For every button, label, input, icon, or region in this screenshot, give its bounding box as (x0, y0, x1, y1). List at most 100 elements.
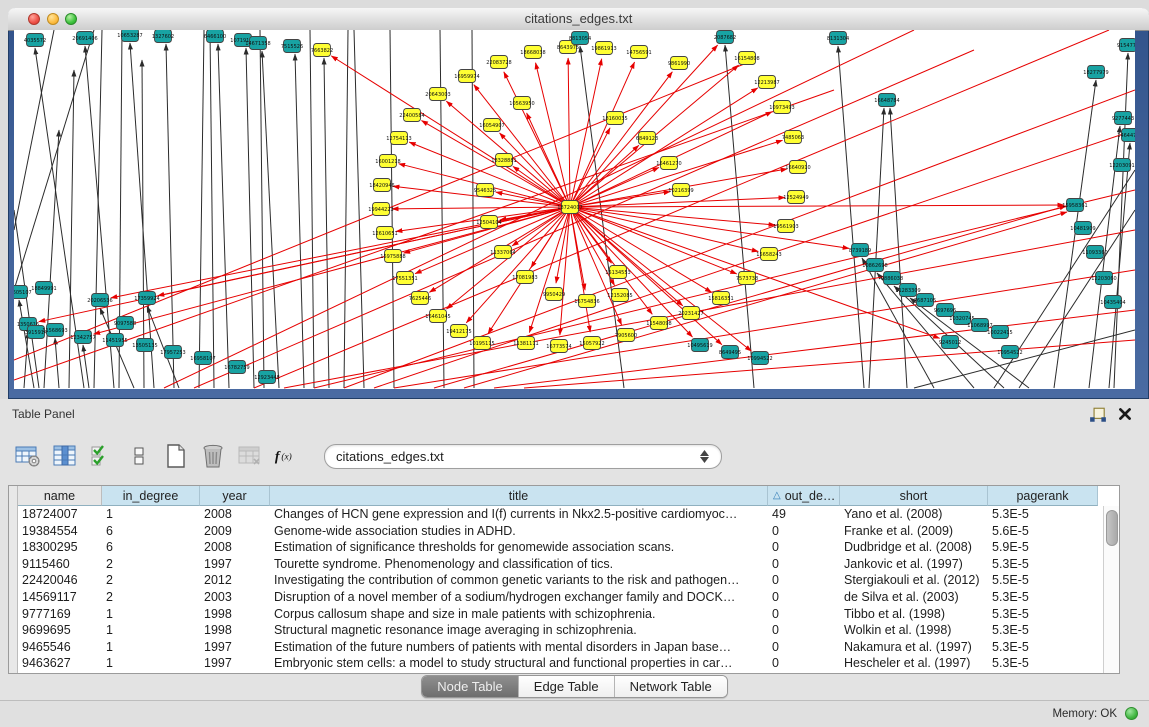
delete-table-icon[interactable] (236, 442, 264, 470)
graph-node[interactable]: 8813054 (569, 32, 591, 45)
graph-node[interactable]: 7625446 (409, 292, 431, 305)
table-row[interactable]: 1938455462009Genome-wide association stu… (18, 523, 1098, 540)
graph-node[interactable]: 16154808 (734, 52, 759, 65)
graph-node[interactable]: 19412175 (446, 325, 471, 338)
graph-node[interactable]: 7515526 (281, 40, 303, 53)
graph-node[interactable]: 16754836 (574, 295, 599, 308)
graph-node[interactable]: 16640910 (785, 161, 810, 174)
graph-node[interactable]: 11381111 (513, 337, 538, 350)
graph-node[interactable]: 10216399 (668, 184, 693, 197)
graph-node[interactable]: 7905600 (615, 329, 637, 342)
delete-rows-icon[interactable] (199, 442, 227, 470)
graph-node[interactable]: 14756591 (626, 46, 651, 59)
graph-node[interactable]: 9245012 (939, 336, 961, 349)
graph-node[interactable]: 16773574 (546, 340, 571, 353)
close-panel-icon[interactable] (1117, 406, 1133, 422)
graph-node[interactable]: 8131304 (827, 32, 849, 45)
column-header-out_de[interactable]: △out_de… (768, 486, 840, 506)
graph-node[interactable]: 10653287 (117, 30, 142, 42)
graph-node[interactable]: 10954522 (997, 346, 1022, 359)
graph-node[interactable]: 16001218 (375, 155, 400, 168)
graph-node[interactable]: 9697696 (934, 304, 956, 317)
graph-node[interactable]: 4035572 (24, 34, 46, 47)
graph-node[interactable]: 17081983 (512, 271, 537, 284)
table-row[interactable]: 977716911998Corpus callosum shape and si… (18, 606, 1098, 623)
graph-node[interactable]: 15658243 (756, 248, 781, 261)
table-scrollbar[interactable] (1103, 506, 1119, 673)
graph-node[interactable]: 9154776 (1117, 39, 1135, 52)
graph-node[interactable]: 7687105 (914, 294, 936, 307)
graph-node[interactable]: 11093360 (1082, 246, 1107, 259)
graph-node[interactable]: 9886038 (881, 272, 903, 285)
network-canvas[interactable]: 1872400716154808122139871097349374850631… (14, 30, 1135, 389)
rows-icon[interactable] (125, 442, 153, 470)
column-header-title[interactable]: title (270, 486, 768, 506)
graph-node[interactable]: 12754113 (386, 132, 411, 145)
graph-node[interactable]: 18849991 (31, 282, 56, 295)
column-header-short[interactable]: short (840, 486, 988, 506)
table-row[interactable]: 1872400712008Changes of HCN gene express… (18, 506, 1098, 523)
graph-node[interactable]: 9097588 (114, 317, 136, 330)
graph-node[interactable]: 12342757 (70, 331, 95, 344)
graph-node[interactable]: 16461045 (425, 310, 450, 323)
table-row[interactable]: 911546021997Tourette syndrome. Phenomeno… (18, 556, 1098, 573)
show-columns-icon[interactable] (51, 442, 79, 470)
graph-node[interactable]: 25605107 (14, 286, 32, 299)
column-header-name[interactable]: name (18, 486, 102, 506)
table-select-dropdown[interactable]: citations_edges.txt (324, 444, 722, 469)
scrollbar-thumb[interactable] (1106, 510, 1118, 546)
graph-node[interactable]: 16461270 (656, 157, 681, 170)
graph-node[interactable]: 18420946 (369, 179, 394, 192)
window-titlebar[interactable]: citations_edges.txt (8, 8, 1149, 31)
graph-node[interactable]: 12923448 (254, 371, 279, 384)
table-row[interactable]: 969969511998Structural magnetic resonanc… (18, 622, 1098, 639)
table-row[interactable]: 946362711997Embryonic stem cells: a mode… (18, 655, 1098, 672)
table-row[interactable]: 946554611997Estimation of the future num… (18, 639, 1098, 656)
graph-node[interactable]: 10435404 (1100, 296, 1125, 309)
column-header-in_degree[interactable]: in_degree (102, 486, 200, 506)
table-row[interactable]: 1456911722003Disruption of a novel membe… (18, 589, 1098, 606)
graph-node[interactable]: 9950429 (543, 288, 565, 301)
tab-edge-table[interactable]: Edge Table (518, 676, 614, 697)
graph-node[interactable]: 11548098 (646, 317, 671, 330)
tab-network-table[interactable]: Network Table (614, 676, 727, 697)
graph-node[interactable]: 19561903 (773, 220, 798, 233)
function-builder-icon[interactable]: f (x) (273, 442, 301, 470)
graph-node[interactable]: 12203091 (1109, 159, 1134, 172)
graph-node[interactable]: 16648784 (874, 94, 899, 107)
table-row[interactable]: 1830029562008Estimation of significance … (18, 539, 1098, 556)
graph-node[interactable]: 10563950 (509, 97, 534, 110)
graph-node[interactable]: 8649495 (719, 346, 741, 359)
graph-node[interactable]: 11337064 (490, 246, 515, 259)
graph-node[interactable]: 1327602 (152, 30, 174, 43)
graph-node[interactable]: 18160035 (602, 112, 627, 125)
graph-node[interactable]: 9277443 (1112, 112, 1134, 125)
graph-node[interactable]: 10195115 (469, 337, 494, 350)
graph-node[interactable]: 12213987 (754, 76, 779, 89)
graph-node[interactable]: 7663822 (311, 44, 333, 57)
graph-node[interactable]: 22083728 (486, 56, 511, 69)
graph-node[interactable]: 16958107 (190, 352, 215, 365)
tab-node-table[interactable]: Node Table (422, 676, 518, 697)
graph-node[interactable]: 20691406 (72, 32, 97, 45)
graph-node[interactable]: 8739189 (849, 244, 871, 257)
graph-node[interactable]: 10481909 (1070, 222, 1095, 235)
table-row[interactable]: 2242004622012Investigating the contribut… (18, 572, 1098, 589)
graph-node[interactable]: 20643003 (425, 88, 450, 101)
graph-node[interactable]: 19944223 (368, 203, 393, 216)
column-header-pagerank[interactable]: pagerank (988, 486, 1098, 506)
graph-node[interactable]: 20206536 (87, 294, 112, 307)
graph-node[interactable]: 15958361 (1062, 199, 1087, 212)
new-table-icon[interactable] (162, 442, 190, 470)
graph-node[interactable]: 7573738 (736, 272, 758, 285)
graph-node[interactable]: 10862698 (862, 259, 887, 272)
float-panel-icon[interactable] (1089, 407, 1107, 423)
select-all-icon[interactable] (88, 442, 116, 470)
graph-node[interactable]: 18668038 (520, 46, 545, 59)
graph-node[interactable]: 11451955 (102, 334, 127, 347)
table-options-icon[interactable] (14, 442, 42, 470)
graph-node[interactable]: 17957253 (160, 346, 185, 359)
graph-node[interactable]: 7485063 (782, 131, 804, 144)
graph-node[interactable]: 6466100 (204, 30, 226, 43)
graph-node[interactable]: 22400584 (399, 109, 424, 122)
